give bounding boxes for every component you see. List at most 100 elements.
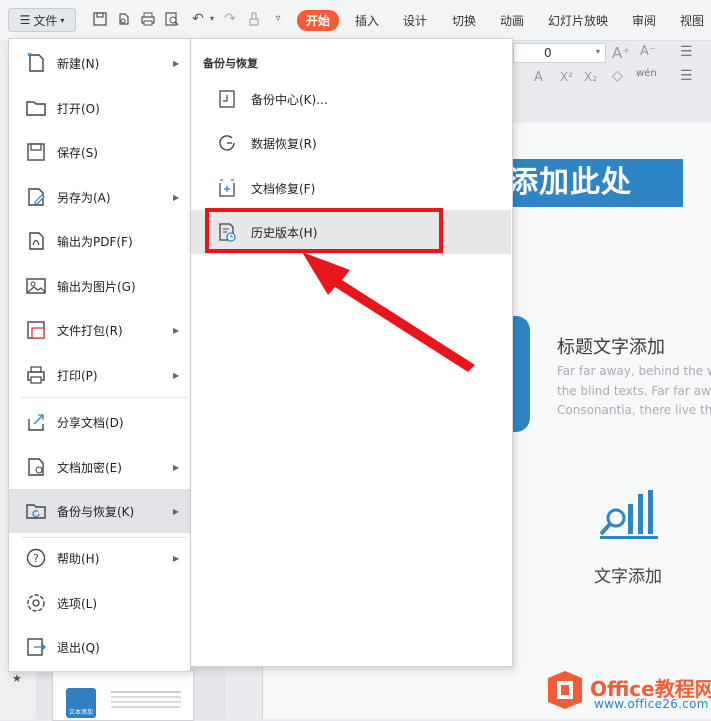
menu-item-open[interactable]: 打开(O) xyxy=(9,89,190,127)
menu-item-label: 备份与恢复(K) xyxy=(57,504,135,519)
font-color-icon[interactable]: A xyxy=(534,70,543,85)
chevron-down-icon: ▾ xyxy=(60,15,65,25)
phonetic-icon[interactable]: wén xyxy=(636,68,657,79)
printer-icon[interactable] xyxy=(140,11,156,27)
slide-body-line: the blind texts. Far far awa xyxy=(557,384,711,398)
menu-item-share[interactable]: 分享文档(D) xyxy=(9,403,190,441)
more-dropdown-icon[interactable]: ▿ xyxy=(270,11,286,27)
save-icon xyxy=(27,143,45,161)
chevron-down-icon: ▾ xyxy=(596,47,601,56)
redo-icon[interactable]: ↷ xyxy=(222,11,238,27)
backup-icon xyxy=(26,504,46,519)
file-menu-button[interactable]: ☰ 文件 ▾ xyxy=(8,8,76,32)
tab-home[interactable]: 开始 xyxy=(297,10,340,31)
tab-transition[interactable]: 切换 xyxy=(452,12,476,29)
menu-item-package[interactable]: 文件打包(R) ▶ xyxy=(9,311,190,349)
chevron-down-icon[interactable]: ▾ xyxy=(204,11,220,27)
font-size-value: 0 xyxy=(544,46,552,60)
image-icon xyxy=(26,278,46,294)
submenu-arrow-icon: ▶ xyxy=(173,370,180,380)
submenu-arrow-icon: ▶ xyxy=(173,325,180,335)
submenu-arrow-icon: ▶ xyxy=(173,462,180,472)
menu-item-label: 新建(N) xyxy=(57,56,100,71)
tab-review[interactable]: 审阅 xyxy=(632,12,656,29)
slide-caption[interactable]: 文字添加 xyxy=(594,562,662,587)
export-icon[interactable] xyxy=(116,11,132,27)
thumb-badge-label: 文本添加 xyxy=(68,709,93,716)
menu-item-save[interactable]: 保存(S) xyxy=(9,133,190,171)
submenu-item-data-recovery[interactable]: 数据恢复(R) xyxy=(191,121,511,165)
printer-icon xyxy=(27,366,45,384)
chart-search-icon xyxy=(600,490,658,539)
tab-design[interactable]: 设计 xyxy=(403,12,427,29)
star-icon: ★ xyxy=(12,672,22,685)
file-menu-label: 文件 xyxy=(33,13,58,28)
submenu-arrow-icon: ▶ xyxy=(173,192,180,202)
menu-divider xyxy=(21,537,187,538)
folder-icon xyxy=(26,101,46,116)
menu-item-new[interactable]: 新建(N) ▶ xyxy=(9,44,190,82)
submenu-arrow-icon: ▶ xyxy=(173,506,180,516)
tab-slideshow[interactable]: 幻灯片放映 xyxy=(548,12,608,29)
save-icon[interactable] xyxy=(92,11,108,27)
gear-icon xyxy=(27,594,45,612)
menu-item-print[interactable]: 打印(P) ▶ xyxy=(9,356,190,394)
tab-view[interactable]: 视图 xyxy=(680,12,704,29)
bullet-list-icon[interactable]: ☰ xyxy=(680,44,693,60)
top-toolbar: ☰ 文件 ▾ ↶ ▾ ↷ ▿ 开始 插入 设计 切换 动画 幻灯片放映 审阅 视… xyxy=(0,0,711,41)
submenu-item-label: 数据恢复(R) xyxy=(251,136,317,151)
submenu-item-label: 备份中心(K)... xyxy=(251,92,328,107)
tab-animation[interactable]: 动画 xyxy=(500,12,524,29)
menu-item-save-as[interactable]: 另存为(A) ▶ xyxy=(9,178,190,216)
slide-title: 添加此处 xyxy=(508,165,632,200)
package-icon xyxy=(27,321,45,339)
shrink-font-icon[interactable]: A⁻ xyxy=(640,44,656,59)
new-doc-icon xyxy=(27,52,44,72)
thumb-badge: 文本添加 xyxy=(66,688,96,718)
menu-item-label: 打印(P) xyxy=(57,368,98,383)
menu-item-options[interactable]: 选项(L) xyxy=(9,584,190,622)
help-icon: ? xyxy=(26,548,46,568)
submenu-item-backup-center[interactable]: 备份中心(K)... xyxy=(191,77,511,121)
exit-icon xyxy=(27,638,46,656)
share-icon xyxy=(28,414,44,431)
eraser-icon[interactable]: ◇ xyxy=(612,68,623,84)
pdf-icon xyxy=(29,232,44,250)
submenu-arrow-icon: ▶ xyxy=(173,553,180,563)
menu-item-export-image[interactable]: 输出为图片(G) xyxy=(9,267,190,305)
menu-item-help[interactable]: ? 帮助(H) ▶ xyxy=(9,539,190,577)
menu-item-label: 另存为(A) xyxy=(57,190,111,205)
slide-thumbnail[interactable]: 文本添加 xyxy=(52,670,194,721)
doc-repair-icon xyxy=(219,179,235,197)
menu-item-label: 文档加密(E) xyxy=(57,460,122,475)
menu-item-exit[interactable]: 退出(Q) xyxy=(9,628,190,666)
menu-item-label: 选项(L) xyxy=(57,596,98,611)
tab-insert[interactable]: 插入 xyxy=(355,12,379,29)
file-menu-panel: 新建(N) ▶ 打开(O) 保存(S) 另存为(A) ▶ 输出为PDF(F) 输… xyxy=(8,38,191,672)
menu-item-export-pdf[interactable]: 输出为PDF(F) xyxy=(9,222,190,260)
superscript-icon[interactable]: X² xyxy=(560,70,573,84)
menu-item-encrypt[interactable]: 文档加密(E) ▶ xyxy=(9,448,190,486)
indent-icon[interactable]: ☰ xyxy=(680,68,693,84)
submenu-item-doc-repair[interactable]: 文档修复(F) xyxy=(191,166,511,210)
slide-subtitle[interactable]: 标题文字添加 xyxy=(557,333,665,359)
subscript-icon[interactable]: X₂ xyxy=(584,70,597,84)
thumb-text-lines xyxy=(111,691,181,693)
backup-center-icon xyxy=(219,90,235,108)
svg-text:?: ? xyxy=(33,552,39,565)
format-painter-icon[interactable] xyxy=(246,11,262,27)
red-pointer-arrow xyxy=(302,252,475,372)
submenu-item-label: 文档修复(F) xyxy=(251,181,316,196)
print-preview-icon[interactable] xyxy=(164,11,180,27)
hamburger-icon: ☰ xyxy=(19,13,31,27)
font-size-input[interactable]: 0 ▾ xyxy=(513,43,606,63)
menu-item-label: 保存(S) xyxy=(57,145,98,160)
submenu-header: 备份与恢复 xyxy=(203,57,258,70)
menu-item-label: 文件打包(R) xyxy=(57,323,123,338)
grow-font-icon[interactable]: A⁺ xyxy=(612,44,630,62)
menu-item-backup-restore[interactable]: 备份与恢复(K) ▶ xyxy=(9,489,190,533)
slide-body-line: Far far away, behind the w xyxy=(557,364,711,378)
menu-item-label: 输出为图片(G) xyxy=(57,279,136,294)
menu-item-label: 退出(Q) xyxy=(57,640,100,655)
data-recovery-icon xyxy=(219,135,235,151)
